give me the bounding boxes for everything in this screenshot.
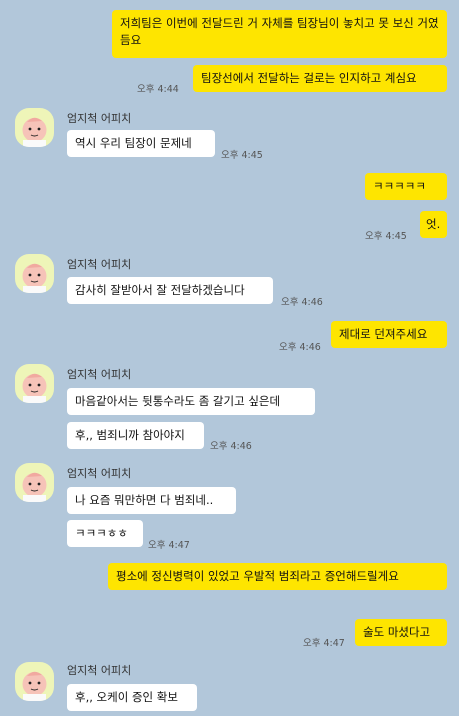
message-text: 나 요즘 뭐만하면 다 범죄네.. — [75, 493, 214, 507]
message-text: 저희팀은 이번에 전달드린 거 자체를 팀장님이 놓치고 못 보신 거였듬요 — [120, 16, 439, 47]
peach-avatar-icon — [15, 108, 54, 147]
avatar[interactable] — [15, 108, 54, 147]
message-bubble-received[interactable]: 역시 우리 팀장이 문제네 — [67, 130, 215, 157]
message-text: ㅋㅋㅋㅋㅋ — [373, 179, 426, 193]
avatar[interactable] — [15, 463, 54, 502]
message-text: 평소에 정신병력이 있었고 우발적 범죄라고 증언해드릴게요 — [116, 569, 399, 583]
message-text: 감사히 잘받아서 잘 전달하겠습니다 — [75, 283, 245, 297]
peach-avatar-icon — [15, 254, 54, 293]
message-time: 오후 4:46 — [210, 441, 252, 452]
sender-name: 엄지척 어피치 — [67, 368, 132, 381]
avatar[interactable] — [15, 662, 54, 701]
message-text: 후,, 범죄니까 참아야지 — [75, 428, 185, 442]
message-bubble-sent[interactable]: 팀장선에서 전달하는 걸로는 인지하고 계심요 — [193, 65, 447, 92]
message-bubble-sent[interactable]: 평소에 정신병력이 있었고 우발적 범죄라고 증언해드릴게요 — [108, 563, 447, 590]
message-text: 술도 마셨다고 — [363, 625, 431, 639]
message-text: 팀장선에서 전달하는 걸로는 인지하고 계심요 — [201, 71, 417, 85]
message-text: 후,, 오케이 증인 확보 — [75, 690, 178, 704]
message-bubble-received[interactable]: 감사히 잘받아서 잘 전달하겠습니다 — [67, 277, 273, 304]
peach-avatar-icon — [15, 662, 54, 701]
message-bubble-received[interactable]: 후,, 오케이 증인 확보 — [67, 684, 197, 711]
sender-name: 엄지척 어피치 — [67, 664, 132, 677]
sender-name: 엄지척 어피치 — [67, 467, 132, 480]
peach-avatar-icon — [15, 364, 54, 403]
message-time: 오후 4:44 — [137, 84, 179, 95]
sender-name: 엄지척 어피치 — [67, 112, 132, 125]
message-text: 엇. — [426, 217, 441, 231]
message-time: 오후 4:45 — [365, 231, 407, 242]
message-time: 오후 4:47 — [303, 638, 345, 649]
message-bubble-sent[interactable]: 저희팀은 이번에 전달드린 거 자체를 팀장님이 놓치고 못 보신 거였듬요 — [112, 10, 447, 58]
message-bubble-received[interactable]: 마음같아서는 뒷통수라도 좀 갈기고 싶은데 — [67, 388, 315, 415]
message-text: 역시 우리 팀장이 문제네 — [75, 136, 192, 150]
message-time: 오후 4:46 — [279, 342, 321, 353]
peach-avatar-icon — [15, 463, 54, 502]
message-bubble-sent[interactable]: 술도 마셨다고 — [355, 619, 447, 646]
message-text: ㅋㅋㅋㅎㅎ — [75, 526, 128, 540]
message-bubble-sent[interactable]: 엇. — [420, 211, 447, 238]
message-bubble-sent[interactable]: ㅋㅋㅋㅋㅋ — [365, 173, 447, 200]
avatar[interactable] — [15, 364, 54, 403]
message-time: 오후 4:47 — [148, 540, 190, 551]
message-time: 오후 4:45 — [221, 150, 263, 161]
message-bubble-received[interactable]: 후,, 범죄니까 참아야지 — [67, 422, 204, 449]
message-text: 마음같아서는 뒷통수라도 좀 갈기고 싶은데 — [75, 394, 281, 408]
message-time: 오후 4:46 — [281, 297, 323, 308]
sender-name: 엄지척 어피치 — [67, 258, 132, 271]
message-bubble-received[interactable]: ㅋㅋㅋㅎㅎ — [67, 520, 143, 547]
message-text: 제대로 던져주세요 — [339, 327, 428, 341]
avatar[interactable] — [15, 254, 54, 293]
message-bubble-received[interactable]: 나 요즘 뭐만하면 다 범죄네.. — [67, 487, 236, 514]
message-bubble-sent[interactable]: 제대로 던져주세요 — [331, 321, 447, 348]
